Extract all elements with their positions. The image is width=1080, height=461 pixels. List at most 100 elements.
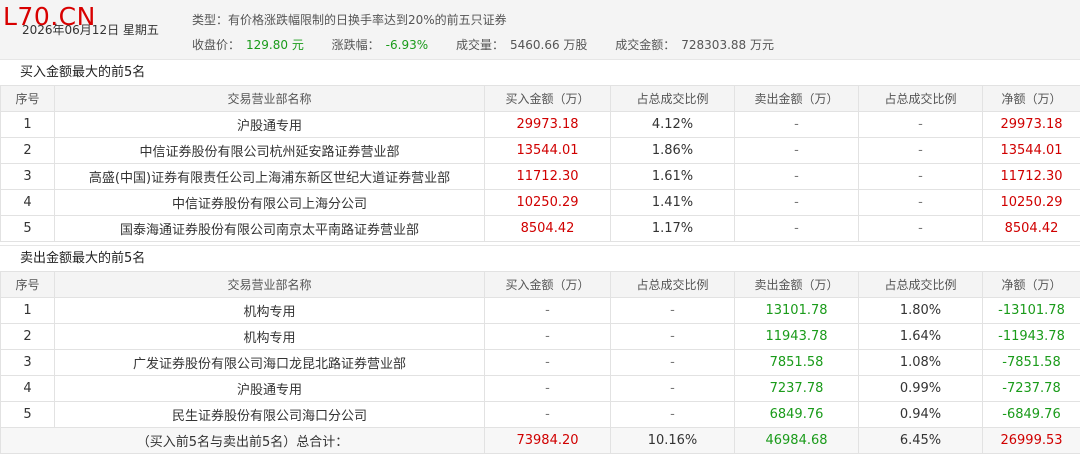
col-header: 买入金额（万） [484, 85, 611, 112]
total-buy-ratio: 10.16% [610, 427, 735, 454]
table-row: 1 机构专用 - - 13101.78 1.80% -13101.78 [0, 297, 1080, 324]
branch-name: 国泰海通证券股份有限公司南京太平南路证券营业部 [54, 215, 485, 242]
col-header: 占总成交比例 [610, 85, 735, 112]
sell-ratio: - [858, 137, 983, 164]
sell-ratio: 1.08% [858, 349, 983, 376]
buy-amount: 29973.18 [484, 111, 611, 138]
row-number: 4 [0, 375, 55, 402]
buy-ratio: - [610, 349, 735, 376]
buy-section-title: 买入金额最大的前5名 [0, 59, 1080, 85]
sell-ratio: 0.99% [858, 375, 983, 402]
buy-amount: 8504.42 [484, 215, 611, 242]
sell-table-header: 序号 交易营业部名称 买入金额（万） 占总成交比例 卖出金额（万） 占总成交比例… [0, 271, 1080, 298]
buy-ratio: 1.17% [610, 215, 735, 242]
close-price-value: 129.80 元 [246, 38, 304, 52]
sell-ratio: 1.80% [858, 297, 983, 324]
col-header: 卖出金额（万） [734, 85, 859, 112]
sell-amount: - [734, 215, 859, 242]
table-row: 4 沪股通专用 - - 7237.78 0.99% -7237.78 [0, 375, 1080, 402]
buy-ratio: - [610, 297, 735, 324]
buy-table: 序号 交易营业部名称 买入金额（万） 占总成交比例 卖出金额（万） 占总成交比例… [0, 85, 1080, 242]
table-row: 5 国泰海通证券股份有限公司南京太平南路证券营业部 8504.42 1.17% … [0, 215, 1080, 242]
col-header: 交易营业部名称 [54, 271, 485, 298]
branch-name: 中信证券股份有限公司杭州延安路证券营业部 [54, 137, 485, 164]
net-amount: -7851.58 [982, 349, 1080, 376]
col-header: 卖出金额（万） [734, 271, 859, 298]
sell-amount: - [734, 163, 859, 190]
volume-label: 成交量： [455, 38, 504, 52]
branch-name: 机构专用 [54, 323, 485, 350]
col-header: 占总成交比例 [858, 271, 983, 298]
col-header: 交易营业部名称 [54, 85, 485, 112]
buy-ratio: 1.61% [610, 163, 735, 190]
branch-name: 广发证券股份有限公司海口龙昆北路证券营业部 [54, 349, 485, 376]
sell-amount: - [734, 189, 859, 216]
branch-name: 机构专用 [54, 297, 485, 324]
net-amount: 10250.29 [982, 189, 1080, 216]
branch-name: 中信证券股份有限公司上海分公司 [54, 189, 485, 216]
buy-ratio: - [610, 401, 735, 428]
sell-ratio: 1.64% [858, 323, 983, 350]
buy-amount: 11712.30 [484, 163, 611, 190]
total-label: （买入前5名与卖出前5名）总合计： [0, 427, 485, 454]
table-row: 3 广发证券股份有限公司海口龙昆北路证券营业部 - - 7851.58 1.08… [0, 349, 1080, 376]
table-row: 3 高盛(中国)证券有限责任公司上海浦东新区世纪大道证券营业部 11712.30… [0, 163, 1080, 190]
sell-amount: - [734, 137, 859, 164]
table-row: 5 民生证券股份有限公司海口分公司 - - 6849.76 0.94% -684… [0, 401, 1080, 428]
net-amount: 8504.42 [982, 215, 1080, 242]
col-header: 净额（万） [982, 85, 1080, 112]
total-row: （买入前5名与卖出前5名）总合计： 73984.20 10.16% 46984.… [0, 427, 1080, 454]
site-logo: L70.CN [3, 2, 96, 31]
row-number: 4 [0, 189, 55, 216]
buy-ratio: - [610, 375, 735, 402]
buy-amount: - [484, 349, 611, 376]
buy-amount: - [484, 375, 611, 402]
total-net-amount: 26999.53 [982, 427, 1080, 454]
col-header: 净额（万） [982, 271, 1080, 298]
branch-name: 民生证券股份有限公司海口分公司 [54, 401, 485, 428]
sell-ratio: - [858, 111, 983, 138]
sell-ratio: 0.94% [858, 401, 983, 428]
row-number: 1 [0, 297, 55, 324]
sell-amount: 11943.78 [734, 323, 859, 350]
sell-table: 序号 交易营业部名称 买入金额（万） 占总成交比例 卖出金额（万） 占总成交比例… [0, 271, 1080, 454]
net-amount: 13544.01 [982, 137, 1080, 164]
sell-amount: 13101.78 [734, 297, 859, 324]
net-amount: -11943.78 [982, 323, 1080, 350]
buy-table-header: 序号 交易营业部名称 买入金额（万） 占总成交比例 卖出金额（万） 占总成交比例… [0, 85, 1080, 112]
list-type: 类型：有价格涨跌幅限制的日换手率达到20%的前五只证券 [192, 13, 507, 27]
row-number: 2 [0, 323, 55, 350]
buy-amount: - [484, 323, 611, 350]
col-header: 序号 [0, 85, 55, 112]
sell-amount: 6849.76 [734, 401, 859, 428]
buy-amount: - [484, 297, 611, 324]
row-number: 5 [0, 215, 55, 242]
sell-amount: - [734, 111, 859, 138]
close-price-label: 收盘价： [192, 38, 241, 52]
buy-ratio: 1.41% [610, 189, 735, 216]
total-sell-amount: 46984.68 [734, 427, 859, 454]
buy-ratio: - [610, 323, 735, 350]
table-row: 2 机构专用 - - 11943.78 1.64% -11943.78 [0, 323, 1080, 350]
sell-ratio: - [858, 163, 983, 190]
row-number: 3 [0, 163, 55, 190]
net-amount: -6849.76 [982, 401, 1080, 428]
branch-name: 沪股通专用 [54, 375, 485, 402]
row-number: 5 [0, 401, 55, 428]
sell-ratio: - [858, 215, 983, 242]
buy-amount: 13544.01 [484, 137, 611, 164]
buy-ratio: 1.86% [610, 137, 735, 164]
amount-value: 728303.88 万元 [681, 38, 774, 52]
buy-ratio: 4.12% [610, 111, 735, 138]
change-value: -6.93% [385, 38, 429, 52]
sell-amount: 7237.78 [734, 375, 859, 402]
col-header: 序号 [0, 271, 55, 298]
net-amount: -7237.78 [982, 375, 1080, 402]
stats-row: 收盘价： 129.80 元 涨跌幅： -6.93% 成交量： 5460.66 万股 成… [192, 36, 798, 53]
sell-section-title: 卖出金额最大的前5名 [0, 245, 1080, 271]
col-header: 买入金额（万） [484, 271, 611, 298]
buy-amount: 10250.29 [484, 189, 611, 216]
buy-amount: - [484, 401, 611, 428]
sell-ratio: - [858, 189, 983, 216]
col-header: 占总成交比例 [610, 271, 735, 298]
